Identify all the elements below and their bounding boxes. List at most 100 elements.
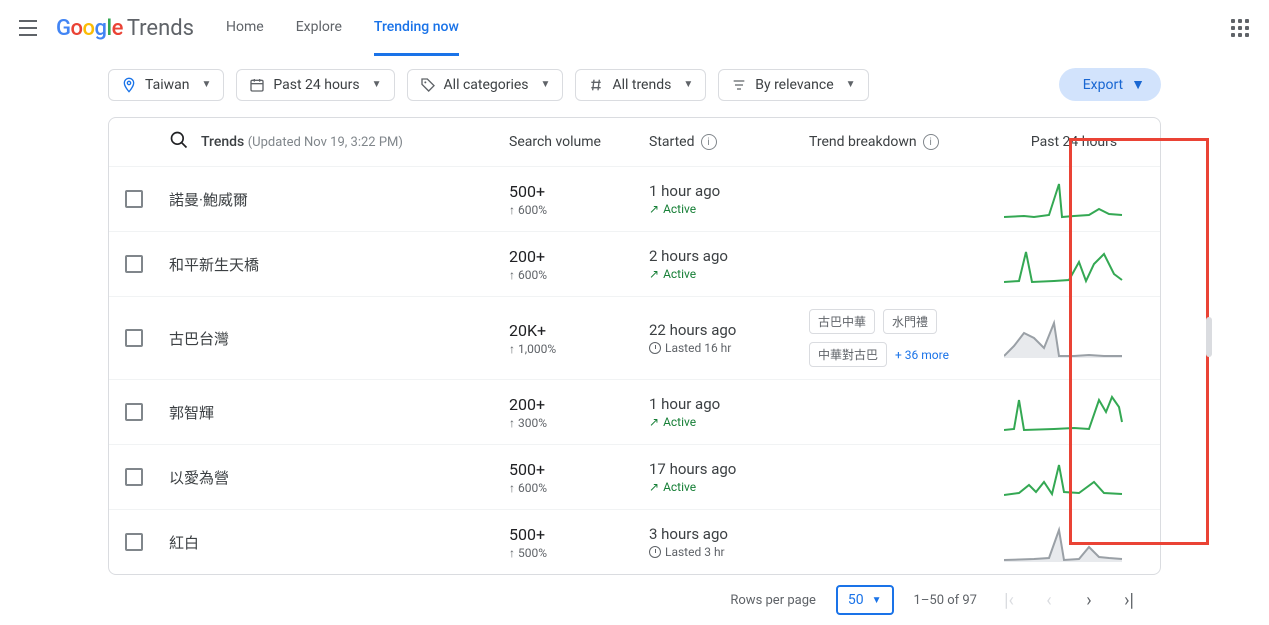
chevron-down-icon: ▼: [872, 595, 882, 606]
app-header: Google Trends Home Explore Trending now: [0, 0, 1269, 56]
sparkline-chart: [1004, 457, 1124, 497]
row-checkbox[interactable]: [125, 329, 143, 347]
hash-icon: [588, 77, 604, 93]
breakdown-term[interactable]: 中華對古巴: [809, 342, 887, 367]
pagination: Rows per page 50 ▼ 1–50 of 97 |‹ ‹ › ›|: [108, 575, 1161, 625]
started-column-label: Started: [649, 134, 695, 150]
time-filter[interactable]: Past 24 hours ▼: [236, 69, 394, 101]
started-time: 2 hours ago: [649, 247, 809, 265]
menu-icon[interactable]: [16, 16, 40, 40]
trend-up-icon: ↗: [649, 415, 659, 429]
page-nav: |‹ ‹ › ›|: [997, 588, 1141, 612]
row-checkbox[interactable]: [125, 468, 143, 486]
started-time: 17 hours ago: [649, 460, 809, 478]
nav-trending-now[interactable]: Trending now: [374, 1, 459, 56]
info-icon[interactable]: i: [701, 134, 717, 150]
trend-status: ↗ Active: [649, 480, 809, 494]
breakdown-column-label: Trend breakdown: [809, 134, 917, 150]
last-page-button[interactable]: ›|: [1117, 588, 1141, 612]
filter-bar: Taiwan ▼ Past 24 hours ▼ All categories …: [0, 56, 1269, 109]
breakdown-term[interactable]: 古巴中華: [809, 309, 875, 334]
trend-term: 古巴台灣: [169, 328, 229, 349]
table-row[interactable]: 郭智輝 200+ ↑ 300% 1 hour ago ↗ Active: [109, 379, 1160, 444]
table-row[interactable]: 紅白 500+ ↑ 500% 3 hours ago Lasted 3 hr: [109, 509, 1160, 574]
table-row[interactable]: 古巴台灣 20K+ ↑ 1,000% 22 hours ago Lasted 1…: [109, 296, 1160, 379]
search-volume: 20K+: [509, 321, 649, 340]
next-page-button[interactable]: ›: [1077, 588, 1101, 612]
search-icon: [169, 130, 189, 154]
chevron-down-icon: ▼: [846, 79, 856, 90]
chevron-down-icon: ▼: [1131, 76, 1145, 93]
table-header: Trends (Updated Nov 19, 3:22 PM) Search …: [109, 118, 1160, 166]
trend-type-filter[interactable]: All trends ▼: [575, 69, 706, 101]
nav-home[interactable]: Home: [226, 1, 264, 56]
chevron-down-icon: ▼: [683, 79, 693, 90]
sparkline-chart: [1004, 179, 1124, 219]
trend-term: 以愛為營: [169, 467, 229, 488]
category-label: All categories: [444, 77, 529, 93]
trend-term: 和平新生天橋: [169, 254, 259, 275]
sort-filter[interactable]: By relevance ▼: [718, 69, 868, 101]
row-checkbox[interactable]: [125, 533, 143, 551]
volume-change: ↑ 500%: [509, 546, 649, 560]
rows-per-page-select[interactable]: 50 ▼: [836, 585, 894, 615]
started-time: 1 hour ago: [649, 182, 809, 200]
export-button[interactable]: Export ▼: [1059, 68, 1161, 101]
trend-term: 郭智輝: [169, 402, 214, 423]
prev-page-button[interactable]: ‹: [1037, 588, 1061, 612]
sparkline-chart: [1004, 318, 1124, 358]
scrollbar[interactable]: [1206, 317, 1212, 357]
row-checkbox[interactable]: [125, 403, 143, 421]
table-row[interactable]: 諾曼·鮑威爾 500+ ↑ 600% 1 hour ago ↗ Active: [109, 166, 1160, 231]
volume-change: ↑ 1,000%: [509, 342, 649, 356]
logo-trends: Trends: [127, 16, 194, 41]
location-filter[interactable]: Taiwan ▼: [108, 69, 224, 101]
table-row[interactable]: 和平新生天橋 200+ ↑ 600% 2 hours ago ↗ Active: [109, 231, 1160, 296]
trend-term: 諾曼·鮑威爾: [169, 189, 248, 210]
started-time: 22 hours ago: [649, 321, 809, 339]
trend-type-label: All trends: [612, 77, 671, 93]
first-page-button[interactable]: |‹: [997, 588, 1021, 612]
row-checkbox[interactable]: [125, 190, 143, 208]
table-row[interactable]: 以愛為營 500+ ↑ 600% 17 hours ago ↗ Active: [109, 444, 1160, 509]
time-label: Past 24 hours: [273, 77, 359, 93]
apps-icon[interactable]: [1227, 15, 1253, 41]
sparkline-chart: [1004, 392, 1124, 432]
breakdown-more-link[interactable]: + 36 more: [895, 348, 949, 362]
started-time: 3 hours ago: [649, 525, 809, 543]
search-volume: 500+: [509, 460, 649, 479]
sort-icon: [731, 77, 747, 93]
trend-status: ↗ Active: [649, 415, 809, 429]
started-time: 1 hour ago: [649, 395, 809, 413]
sort-label: By relevance: [755, 77, 833, 93]
breakdown-term[interactable]: 水門禮: [883, 309, 937, 334]
page-range: 1–50 of 97: [914, 593, 977, 608]
info-icon[interactable]: i: [923, 134, 939, 150]
rows-value: 50: [848, 592, 864, 608]
chevron-down-icon: ▼: [541, 79, 551, 90]
sparkline-chart: [1004, 522, 1124, 562]
row-checkbox[interactable]: [125, 255, 143, 273]
volume-column-label: Search volume: [509, 134, 649, 150]
trend-up-icon: ↗: [649, 480, 659, 494]
trends-table: Trends (Updated Nov 19, 3:22 PM) Search …: [108, 117, 1161, 575]
chevron-down-icon: ▼: [372, 79, 382, 90]
logo-google: Google: [56, 16, 123, 41]
trend-status: Lasted 16 hr: [649, 341, 809, 355]
trend-up-icon: ↗: [649, 267, 659, 281]
trend-status: ↗ Active: [649, 202, 809, 216]
volume-change: ↑ 300%: [509, 416, 649, 430]
main-nav: Home Explore Trending now: [226, 1, 459, 56]
search-volume: 200+: [509, 247, 649, 266]
category-filter[interactable]: All categories ▼: [407, 69, 564, 101]
search-volume: 500+: [509, 182, 649, 201]
location-label: Taiwan: [145, 77, 189, 93]
tag-icon: [420, 77, 436, 93]
rows-per-page-label: Rows per page: [730, 593, 816, 608]
logo[interactable]: Google Trends: [56, 16, 194, 41]
trend-up-icon: ↗: [649, 202, 659, 216]
trend-status: Lasted 3 hr: [649, 545, 809, 559]
clock-icon: [649, 342, 661, 354]
nav-explore[interactable]: Explore: [296, 1, 342, 56]
search-volume: 500+: [509, 525, 649, 544]
